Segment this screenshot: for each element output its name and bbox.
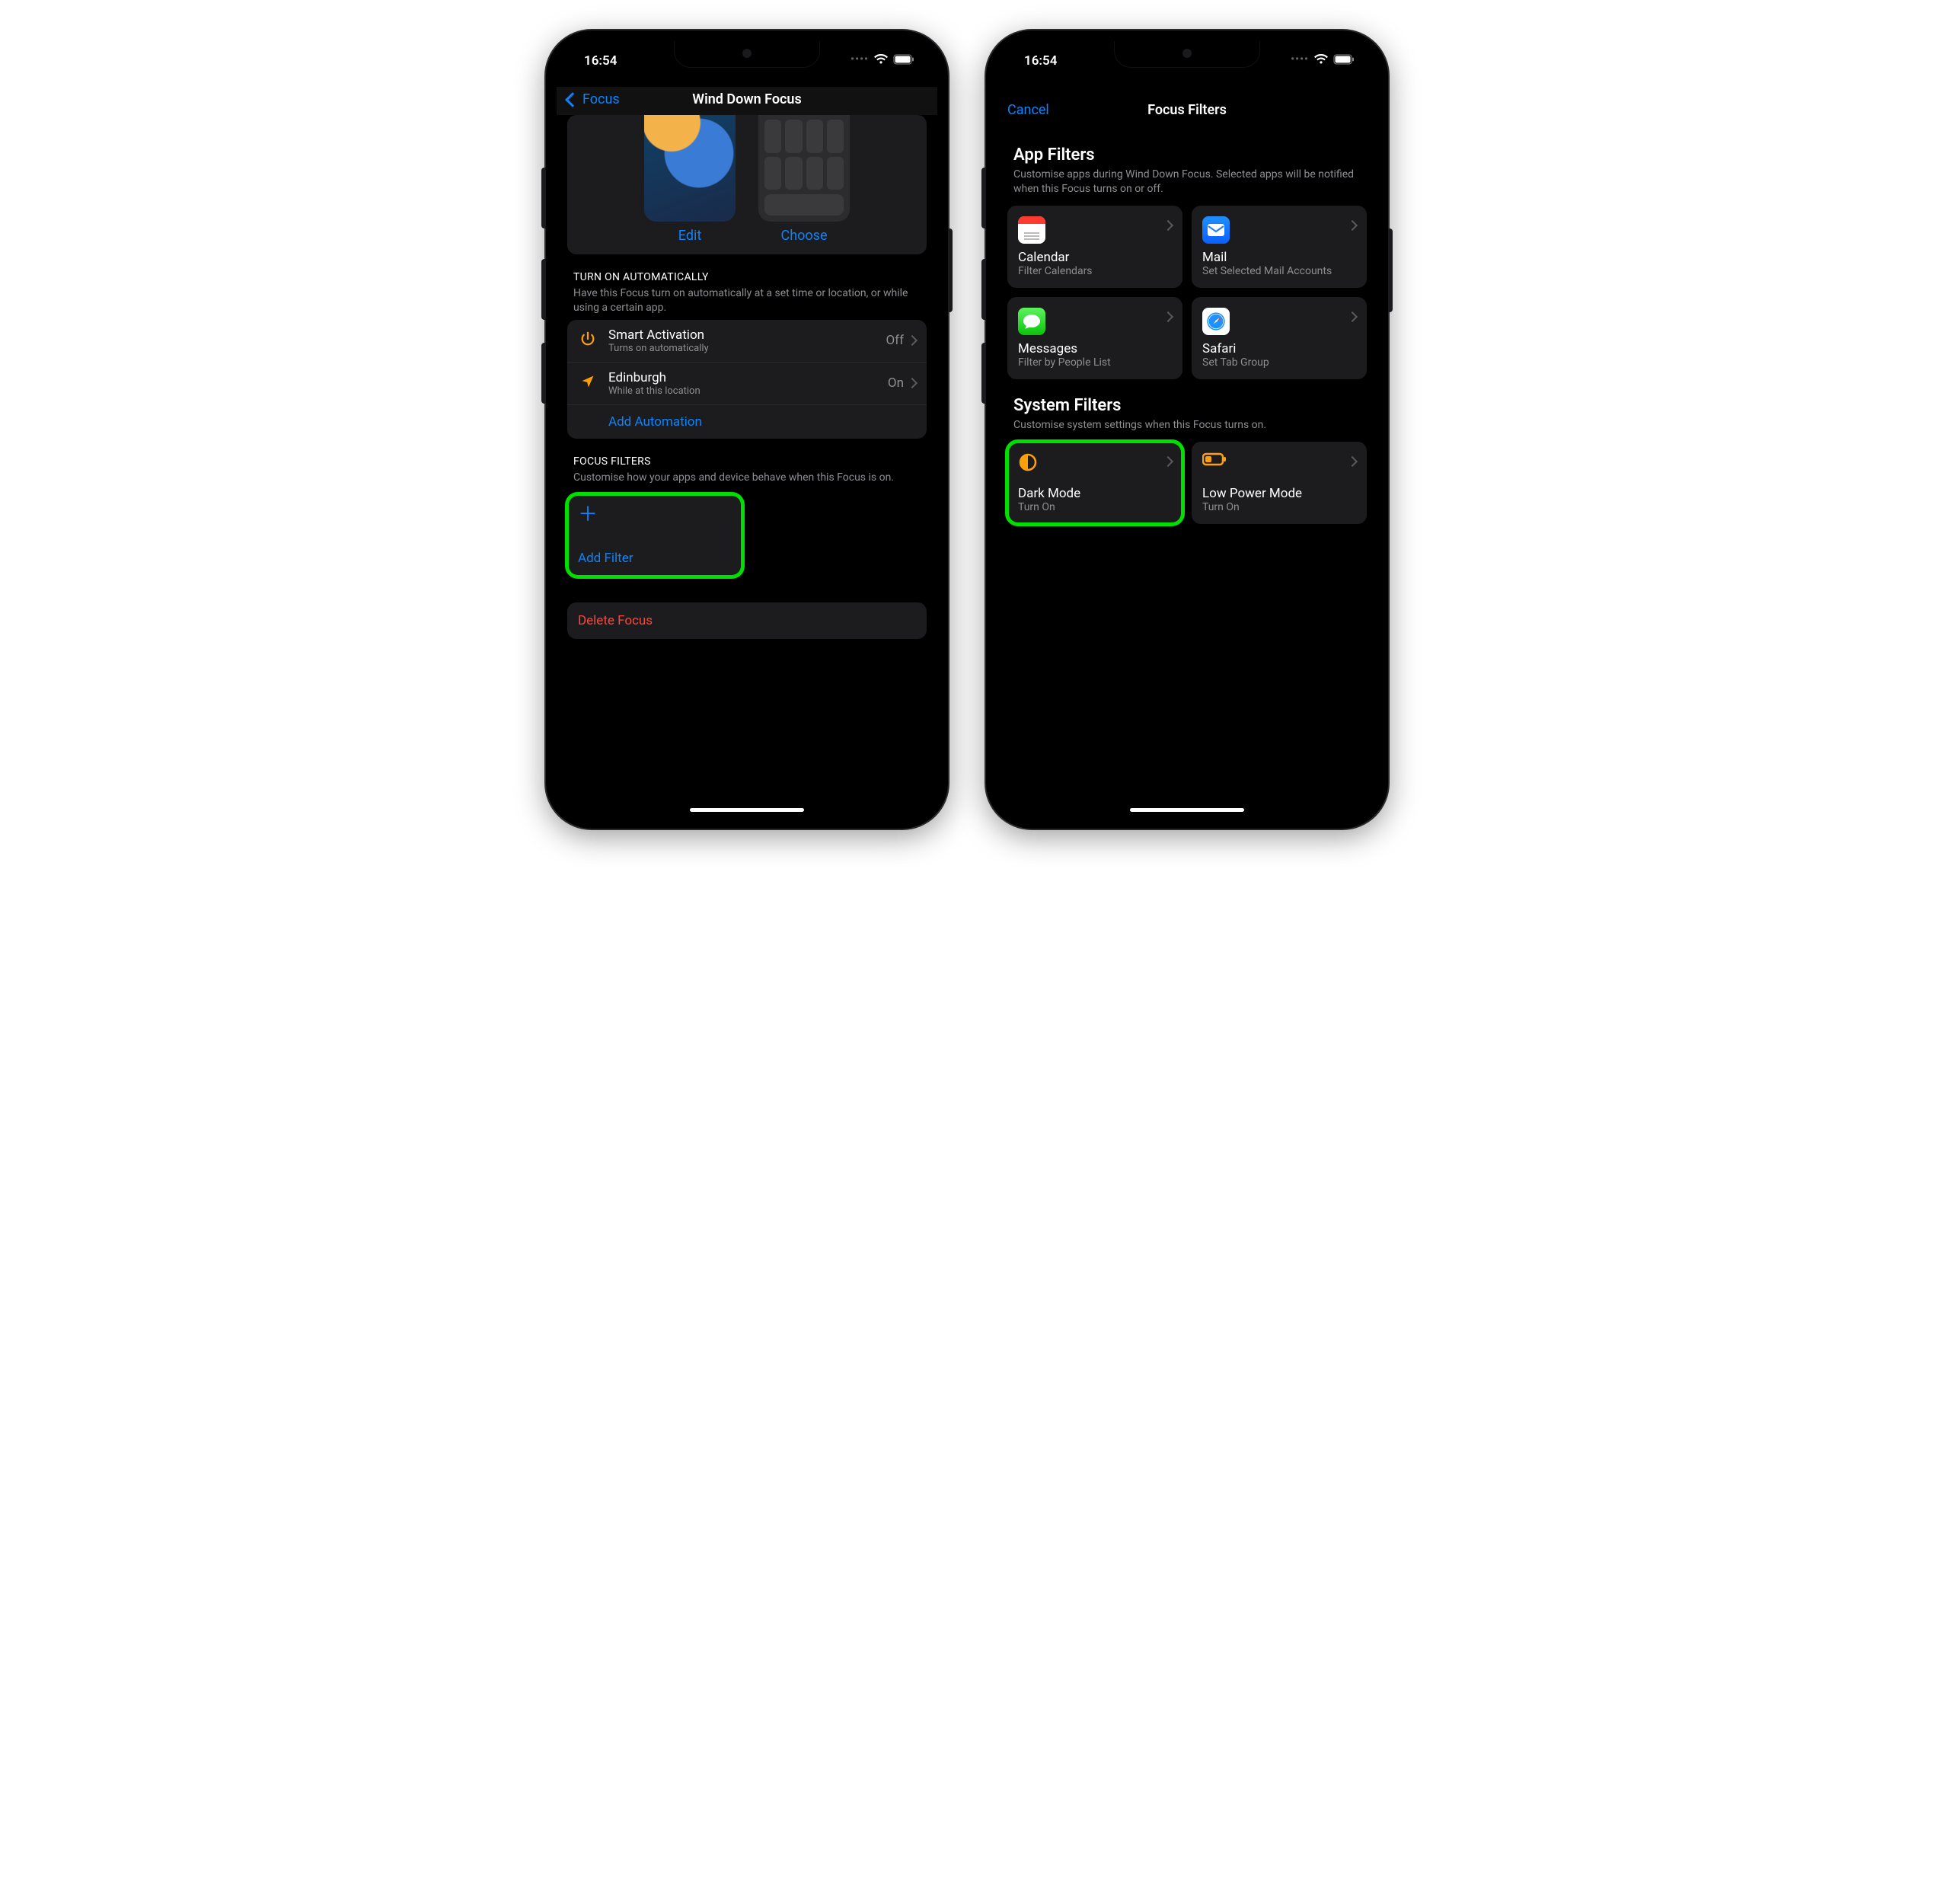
power-icon	[578, 331, 598, 351]
add-filter-label: Add Filter	[578, 551, 732, 566]
home-screen-preview[interactable]	[758, 115, 850, 222]
home-indicator[interactable]	[1130, 808, 1244, 812]
notch	[1114, 41, 1260, 68]
chevron-right-icon	[1348, 454, 1356, 468]
automation-list: Smart Activation Turns on automatically …	[567, 320, 927, 439]
back-button[interactable]: Focus	[567, 91, 620, 107]
row-sub: While at this location	[608, 385, 877, 397]
tile-label: Mail	[1202, 250, 1356, 265]
edit-button[interactable]: Edit	[644, 228, 736, 244]
dark-mode-icon	[1018, 452, 1038, 472]
nav-bar: Cancel Focus Filters	[997, 97, 1377, 126]
chevron-right-icon	[1164, 454, 1172, 468]
tile-sub: Set Selected Mail Accounts	[1202, 265, 1356, 277]
row-sub: Turns on automatically	[608, 343, 875, 354]
system-filters-desc: Customise system settings when this Focu…	[1013, 418, 1361, 433]
messages-icon	[1018, 308, 1045, 335]
chevron-right-icon	[908, 333, 916, 348]
tile-label: Safari	[1202, 341, 1356, 356]
tile-label: Calendar	[1018, 250, 1172, 265]
app-filters-desc: Customise apps during Wind Down Focus. S…	[1013, 168, 1361, 196]
back-label: Focus	[582, 91, 620, 107]
chevron-right-icon	[1164, 309, 1172, 324]
system-filter-low-power[interactable]: Low Power Mode Turn On	[1192, 442, 1367, 524]
app-filters-title: App Filters	[1013, 145, 1361, 165]
safari-icon	[1202, 308, 1230, 335]
tile-label: Dark Mode	[1018, 486, 1172, 501]
status-time: 16:54	[1024, 53, 1057, 69]
row-title: Edinburgh	[608, 370, 877, 385]
auto-section-title: TURN ON AUTOMATICALLY	[573, 271, 921, 283]
system-filters-title: System Filters	[1013, 396, 1361, 415]
add-automation-button[interactable]: Add Automation	[567, 405, 927, 439]
page-title: Focus Filters	[997, 102, 1377, 118]
app-filter-messages[interactable]: Messages Filter by People List	[1007, 297, 1182, 379]
add-filter-tile[interactable]: ＋ Add Filter	[567, 494, 742, 577]
choose-button[interactable]: Choose	[758, 228, 850, 244]
screen-customise-card: Edit Choose	[567, 115, 927, 254]
app-filter-safari[interactable]: Safari Set Tab Group	[1192, 297, 1367, 379]
nav-bar: Focus Wind Down Focus	[557, 87, 937, 115]
cell-dots-icon: ••••	[1291, 53, 1309, 65]
tile-sub: Set Tab Group	[1202, 356, 1356, 369]
tile-label: Low Power Mode	[1202, 486, 1356, 501]
delete-focus-button[interactable]: Delete Focus	[567, 602, 927, 639]
row-title: Smart Activation	[608, 327, 875, 343]
system-filter-dark-mode[interactable]: Dark Mode Turn On	[1007, 442, 1182, 524]
filters-section-desc: Customise how your apps and device behav…	[573, 471, 921, 485]
row-value: On	[888, 375, 904, 391]
app-filter-mail[interactable]: Mail Set Selected Mail Accounts	[1192, 206, 1367, 288]
calendar-icon	[1018, 216, 1045, 244]
phone-left: 16:54 •••• Focus Wind Down Focus	[546, 30, 948, 829]
cell-dots-icon: ••••	[851, 53, 869, 65]
mail-icon	[1202, 216, 1230, 244]
auto-section-desc: Have this Focus turn on automatically at…	[573, 286, 921, 315]
status-time: 16:54	[584, 53, 617, 69]
notch	[674, 41, 820, 68]
chevron-right-icon	[1164, 218, 1172, 232]
app-filter-calendar[interactable]: Calendar Filter Calendars	[1007, 206, 1182, 288]
smart-activation-row[interactable]: Smart Activation Turns on automatically …	[567, 320, 927, 363]
tile-sub: Filter by People List	[1018, 356, 1172, 369]
chevron-right-icon	[1348, 218, 1356, 232]
tile-sub: Turn On	[1018, 501, 1172, 513]
tile-sub: Filter Calendars	[1018, 265, 1172, 277]
filters-section-title: FOCUS FILTERS	[573, 455, 921, 468]
low-power-icon	[1202, 452, 1222, 472]
battery-icon	[1333, 54, 1355, 65]
home-indicator[interactable]	[690, 808, 804, 812]
wifi-icon	[873, 54, 889, 65]
phone-right: 16:54 •••• Cancel Focus Filters App Filt…	[986, 30, 1388, 829]
location-arrow-icon	[578, 374, 598, 393]
lock-screen-preview[interactable]	[644, 115, 736, 222]
battery-icon	[893, 54, 914, 65]
sheet-behind-layer	[1003, 87, 1371, 91]
chevron-right-icon	[1348, 309, 1356, 324]
location-row[interactable]: Edinburgh While at this location On	[567, 363, 927, 405]
plus-icon: ＋	[578, 505, 732, 525]
tile-label: Messages	[1018, 341, 1172, 356]
cancel-button[interactable]: Cancel	[1007, 102, 1049, 118]
tile-sub: Turn On	[1202, 501, 1356, 513]
chevron-right-icon	[908, 375, 916, 391]
wifi-icon	[1313, 54, 1329, 65]
row-value: Off	[886, 333, 904, 348]
